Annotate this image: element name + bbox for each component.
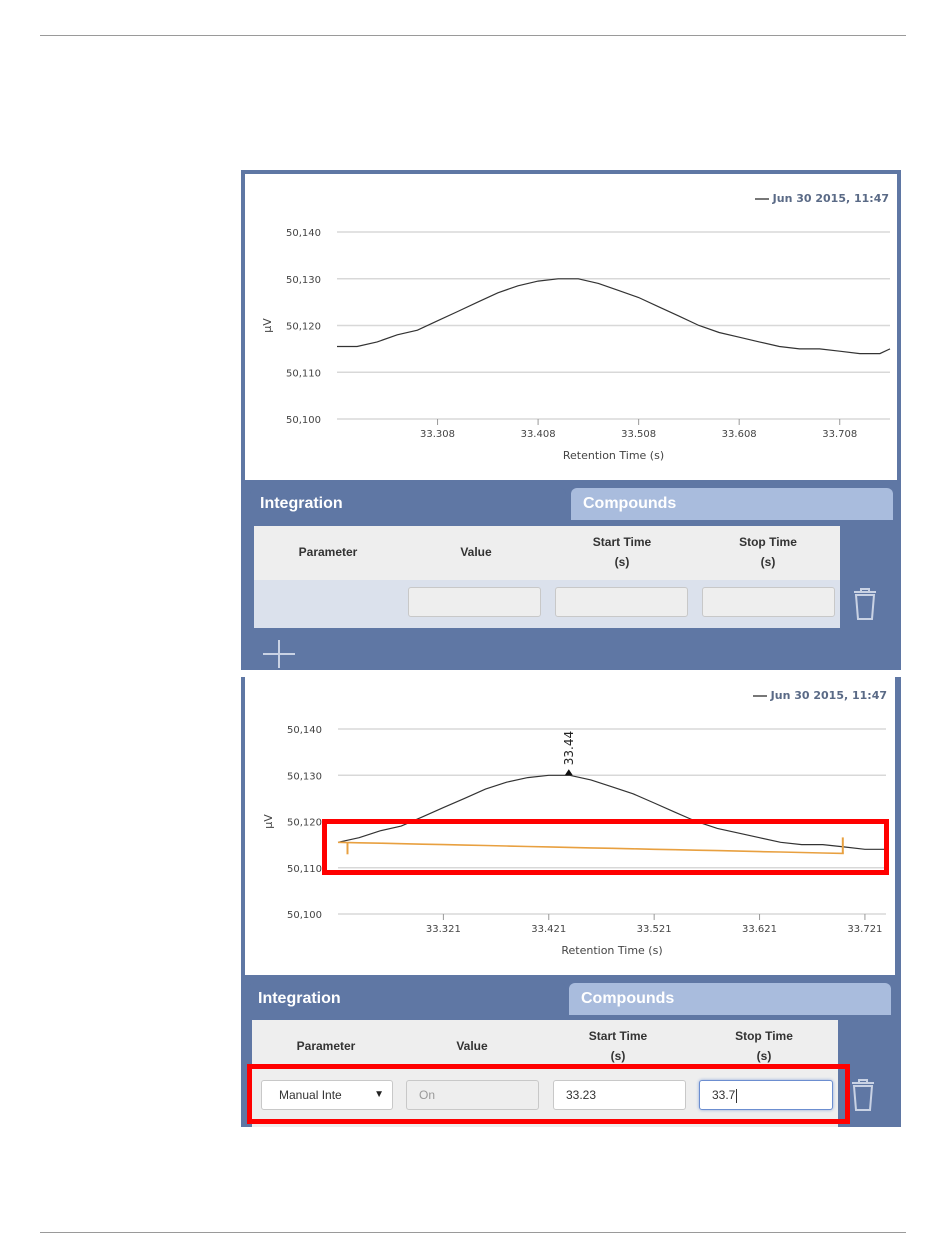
y-tick-label: 50,120 <box>287 818 322 829</box>
x-tick-label: 33.321 <box>426 924 461 935</box>
highlight-baseline <box>322 819 889 875</box>
signal-line <box>337 278 891 355</box>
x-tick-label: 33.621 <box>742 924 777 935</box>
header-stop-time: Stop Time (s) <box>694 532 842 572</box>
header-start-time-unit: (s) <box>610 1049 626 1063</box>
add-row-icon[interactable] <box>261 638 297 670</box>
chromatogram-panel-2: Jun 30 2015, 11:47 50,140 50,130 50,120 50,… <box>241 677 901 1127</box>
chart-area-1: Jun 30 2015, 11:47 50,140 50,130 50,120 50,… <box>245 174 897 480</box>
peak-marker <box>564 769 573 776</box>
header-value: Value <box>456 1039 488 1053</box>
y-tick-label: 50,140 <box>287 725 322 736</box>
y-tick-label: 50,130 <box>287 771 322 782</box>
start-time-input[interactable] <box>555 587 688 617</box>
x-tick-label: 33.521 <box>637 924 672 935</box>
y-axis-label: µV <box>261 318 274 333</box>
tab-integration[interactable]: Integration <box>250 488 566 520</box>
highlight-parameter-row <box>247 1064 850 1124</box>
tab-integration[interactable]: Integration <box>248 983 566 1015</box>
x-axis-label: Retention Time (s) <box>561 944 662 957</box>
x-tick-label: 33.721 <box>847 924 882 935</box>
tab-compounds[interactable]: Compounds <box>571 488 893 520</box>
x-tick-label: 33.608 <box>722 429 757 440</box>
peak-label: 33.44 <box>562 731 576 765</box>
y-axis-label: µV <box>262 814 275 829</box>
header-start-time: Start Time (s) <box>544 1026 692 1066</box>
trash-icon[interactable] <box>849 1077 877 1113</box>
bottom-rule <box>40 1232 906 1233</box>
y-tick-label: 50,120 <box>286 322 321 333</box>
top-rule <box>40 35 906 36</box>
x-tick-label: 33.421 <box>531 924 566 935</box>
header-stop-time-label: Stop Time <box>735 1029 793 1043</box>
y-tick-label: 50,100 <box>286 415 321 426</box>
stop-time-input[interactable] <box>702 587 835 617</box>
header-parameter: Parameter <box>298 545 358 559</box>
header-stop-time: Stop Time (s) <box>690 1026 838 1066</box>
trash-icon[interactable] <box>851 586 879 622</box>
y-tick-label: 50,130 <box>286 275 321 286</box>
header-start-time: Start Time (s) <box>548 532 696 572</box>
header-start-time-label: Start Time <box>588 1029 648 1043</box>
header-parameter: Parameter <box>296 1039 356 1053</box>
header-value: Value <box>460 545 492 559</box>
header-start-time-label: Start Time <box>592 535 652 549</box>
header-start-time-unit: (s) <box>614 555 630 569</box>
x-tick-label: 33.408 <box>521 429 556 440</box>
x-tick-label: 33.508 <box>621 429 656 440</box>
header-stop-time-unit: (s) <box>760 555 776 569</box>
value-input[interactable] <box>408 587 541 617</box>
x-tick-label: 33.708 <box>822 429 857 440</box>
chromatogram-panel-1: Jun 30 2015, 11:47 50,140 50,130 50,120 50,… <box>241 170 901 670</box>
chart-1[interactable]: 50,140 50,130 50,120 50,110 50,100 33.308 33.4… <box>245 174 897 480</box>
y-tick-label: 50,100 <box>287 910 322 921</box>
y-tick-label: 50,110 <box>286 368 321 379</box>
x-tick-label: 33.308 <box>420 429 455 440</box>
header-stop-time-label: Stop Time <box>739 535 797 549</box>
header-stop-time-unit: (s) <box>756 1049 772 1063</box>
x-axis-label: Retention Time (s) <box>563 449 664 462</box>
y-tick-label: 50,110 <box>287 864 322 875</box>
y-tick-label: 50,140 <box>286 228 321 239</box>
table-row <box>254 580 840 628</box>
tab-compounds[interactable]: Compounds <box>569 983 891 1015</box>
parameter-table-1: Parameter Value Start Time (s) Stop Time (… <box>254 526 840 628</box>
